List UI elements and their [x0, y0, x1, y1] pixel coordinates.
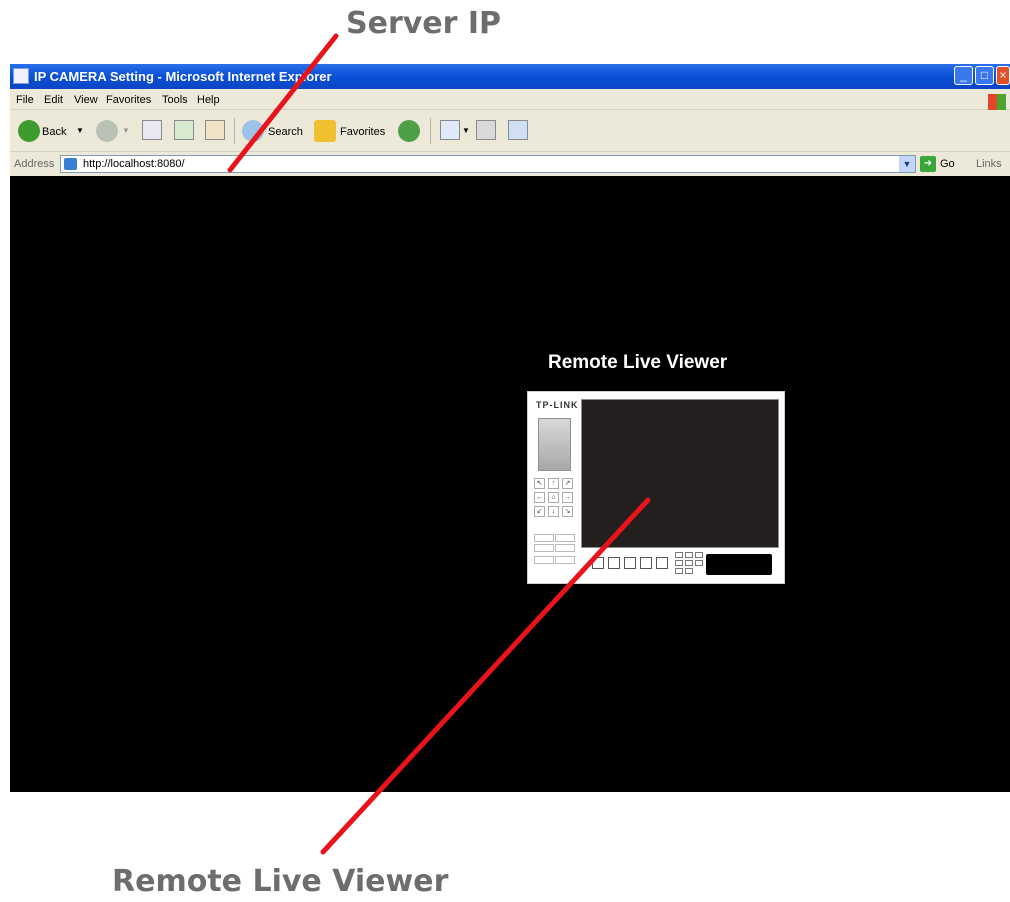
remote-live-viewer: TP-LINK ↖ ↑ ↗ ← ⌂ → ↙ ↓ ↘: [527, 391, 785, 584]
callout-remote-live-viewer: Remote Live Viewer: [112, 864, 449, 899]
maximize-button[interactable]: □: [975, 66, 994, 85]
favorites-star-icon[interactable]: [314, 120, 336, 142]
ptz-control-pad: ↖ ↑ ↗ ← ⌂ → ↙ ↓ ↘: [534, 478, 578, 530]
links-button[interactable]: Links: [976, 158, 1002, 170]
go-button[interactable]: Go: [940, 158, 955, 170]
mail-dropdown-icon[interactable]: ▼: [462, 126, 470, 135]
toolbar: Back ▼ ▼ Search Favorites ▼: [10, 110, 1010, 152]
ptz-down-right-button[interactable]: ↘: [562, 506, 573, 517]
go-icon[interactable]: ➜: [920, 156, 936, 172]
menu-help[interactable]: Help: [197, 94, 220, 106]
control-button[interactable]: [555, 534, 575, 542]
stop-icon[interactable]: [142, 120, 162, 140]
control-button[interactable]: [534, 544, 554, 552]
title-bar: IP CAMERA Setting - Microsoft Internet E…: [10, 64, 1010, 89]
refresh-icon[interactable]: [174, 120, 194, 140]
playback-button[interactable]: [695, 560, 703, 566]
toolbar-separator: [234, 118, 235, 144]
ptz-down-button[interactable]: ↓: [548, 506, 559, 517]
ptz-left-button[interactable]: ←: [534, 492, 545, 503]
playback-button[interactable]: [675, 568, 683, 574]
address-bar: Address http://localhost:8080/ ▼ ➜ Go Li…: [10, 152, 1010, 176]
brand-logo: TP-LINK: [536, 400, 579, 410]
close-button[interactable]: ×: [996, 66, 1010, 85]
print-icon[interactable]: [476, 120, 496, 140]
back-dropdown-icon[interactable]: ▼: [76, 126, 84, 135]
video-display: [581, 399, 779, 548]
search-button[interactable]: Search: [268, 126, 303, 138]
control-button[interactable]: [555, 544, 575, 552]
address-input[interactable]: http://localhost:8080/ ▼: [60, 155, 916, 173]
history-icon[interactable]: [398, 120, 420, 142]
viewer-heading: Remote Live Viewer: [548, 352, 728, 373]
browser-window: IP CAMERA Setting - Microsoft Internet E…: [10, 64, 1010, 792]
address-label: Address: [14, 158, 55, 170]
back-button[interactable]: Back: [42, 126, 66, 138]
search-icon[interactable]: [242, 120, 264, 142]
menu-view[interactable]: View: [74, 94, 98, 106]
layout-close-icon[interactable]: [656, 557, 668, 569]
control-button[interactable]: [555, 556, 575, 564]
menu-file[interactable]: File: [16, 94, 34, 106]
control-button[interactable]: [534, 556, 554, 564]
minimize-button[interactable]: _: [954, 66, 973, 85]
playback-button[interactable]: [675, 552, 683, 558]
forward-dropdown-icon[interactable]: ▼: [122, 126, 130, 135]
favorites-button[interactable]: Favorites: [340, 126, 385, 138]
page-icon: [64, 158, 77, 170]
windows-logo-icon: [988, 94, 1006, 110]
playback-button[interactable]: [695, 552, 703, 558]
layout-full-icon[interactable]: [624, 557, 636, 569]
ie-app-icon: [13, 68, 29, 84]
toolbar-separator: [430, 118, 431, 144]
callout-server-ip: Server IP: [346, 6, 502, 41]
layout-single-icon[interactable]: [592, 557, 604, 569]
window-title: IP CAMERA Setting - Microsoft Internet E…: [34, 69, 332, 84]
edit-icon[interactable]: [508, 120, 528, 140]
ptz-up-button[interactable]: ↑: [548, 478, 559, 489]
zoom-slider[interactable]: [538, 418, 571, 471]
playback-button[interactable]: [675, 560, 683, 566]
playback-button[interactable]: [685, 560, 693, 566]
playback-button[interactable]: [685, 552, 693, 558]
menu-bar: File Edit View Favorites Tools Help: [10, 89, 1010, 110]
ptz-right-button[interactable]: →: [562, 492, 573, 503]
mail-icon[interactable]: [440, 120, 460, 140]
ptz-up-left-button[interactable]: ↖: [534, 478, 545, 489]
layout-split-icon[interactable]: [608, 557, 620, 569]
status-display: [706, 554, 772, 575]
ptz-home-button[interactable]: ⌂: [548, 492, 559, 503]
back-icon[interactable]: [18, 120, 40, 142]
home-icon[interactable]: [205, 120, 225, 140]
playback-button[interactable]: [685, 568, 693, 574]
menu-favorites[interactable]: Favorites: [106, 94, 151, 106]
ptz-up-right-button[interactable]: ↗: [562, 478, 573, 489]
menu-tools[interactable]: Tools: [162, 94, 188, 106]
forward-icon[interactable]: [96, 120, 118, 142]
menu-edit[interactable]: Edit: [44, 94, 63, 106]
address-url[interactable]: http://localhost:8080/: [83, 158, 185, 170]
layout-quad-icon[interactable]: [640, 557, 652, 569]
control-button[interactable]: [534, 534, 554, 542]
address-dropdown-icon[interactable]: ▼: [899, 156, 915, 172]
ptz-down-left-button[interactable]: ↙: [534, 506, 545, 517]
